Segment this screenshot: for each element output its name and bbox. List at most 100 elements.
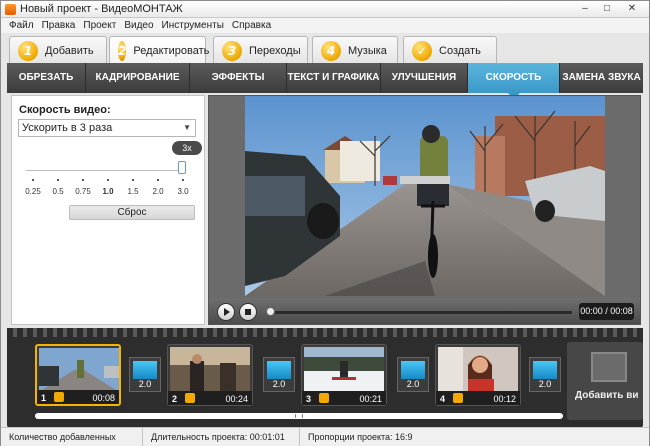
clip-number: 3	[306, 394, 312, 404]
step-music[interactable]: 4 Музыка	[312, 36, 398, 64]
step-label: Музыка	[348, 44, 387, 57]
step-label: Создать	[439, 44, 481, 57]
transition-duration: 2.0	[138, 379, 152, 389]
step-number-badge: 2	[118, 40, 127, 61]
transition-icon	[133, 361, 157, 379]
clip-number: 1	[41, 393, 47, 403]
tab-enhance[interactable]: УЛУЧШЕНИЯ	[381, 63, 468, 93]
clip-duration: 00:12	[493, 394, 516, 404]
video-frame-image	[245, 96, 605, 296]
timeline-clip-4[interactable]: 4 00:12	[435, 344, 521, 406]
transition-icon	[401, 361, 425, 379]
tick-mark	[57, 179, 59, 181]
transition-duration: 2.0	[406, 379, 420, 389]
clip-number: 2	[172, 394, 178, 404]
edit-pencil-icon[interactable]	[54, 392, 64, 402]
timeline-clip-3[interactable]: 3 00:21	[301, 344, 387, 406]
tick-label: 3.0	[177, 187, 189, 196]
stop-icon	[245, 309, 251, 315]
clip-duration: 00:08	[92, 393, 115, 403]
step-add[interactable]: 1 Добавить	[9, 36, 107, 64]
time-display: 00:00 / 00:08	[579, 303, 634, 320]
step-label: Редактировать	[133, 44, 210, 57]
tick-mark	[132, 179, 134, 181]
tab-text-graphics[interactable]: ТЕКСТ И ГРАФИКА	[287, 63, 381, 93]
clip-thumbnail	[304, 347, 384, 391]
menu-tools[interactable]: Инструменты	[162, 18, 224, 33]
transition-1[interactable]: 2.0	[129, 357, 161, 392]
video-preview: 00:00 / 00:08	[208, 95, 641, 325]
transition-icon	[533, 361, 557, 379]
film-strip-edge	[7, 328, 643, 337]
workflow-steps: 1 Добавить 2 Редактировать 3 Переходы 4 …	[1, 33, 649, 64]
step-number-badge: 4	[321, 40, 341, 61]
menu-edit[interactable]: Правка	[42, 18, 76, 33]
tick-mark	[32, 179, 34, 181]
video-frame	[245, 96, 605, 296]
speed-tooltip: 3x	[172, 141, 202, 155]
edit-pencil-icon[interactable]	[185, 393, 195, 403]
transition-icon	[267, 361, 291, 379]
seek-handle[interactable]	[266, 307, 275, 316]
reset-button[interactable]: Сброс	[69, 205, 195, 220]
edit-pencil-icon[interactable]	[453, 393, 463, 403]
tick-mark	[157, 179, 159, 181]
minimize-button[interactable]: –	[575, 2, 595, 16]
tab-trim[interactable]: ОБРЕЗАТЬ ВИДЕО	[7, 63, 86, 113]
menu-file[interactable]: Файл	[9, 18, 34, 33]
step-number-badge: 3	[222, 40, 242, 61]
step-transitions[interactable]: 3 Переходы	[213, 36, 308, 64]
timeline-clip-2[interactable]: 2 00:24	[167, 344, 253, 406]
clip-thumbnail	[39, 348, 119, 392]
status-aspect-ratio: Пропорции проекта: 16:9	[308, 432, 413, 442]
speed-slider-thumb[interactable]	[178, 161, 186, 174]
app-logo-icon	[5, 4, 16, 15]
step-create[interactable]: ✓ Создать	[403, 36, 497, 64]
transition-duration: 2.0	[538, 379, 552, 389]
step-label: Добавить	[45, 44, 94, 57]
transition-4[interactable]: 2.0	[529, 357, 561, 392]
maximize-button[interactable]: □	[597, 2, 617, 16]
status-file-count: Количество добавленных файлов: 4	[1, 428, 143, 446]
speed-select[interactable]: Ускорить в 3 раза ▼	[18, 119, 196, 137]
menu-video[interactable]: Видео	[124, 18, 153, 33]
seek-bar[interactable]	[267, 311, 572, 314]
add-video-button[interactable]: Добавить ви	[567, 342, 643, 420]
tick-label: 2.0	[152, 187, 164, 196]
tick-mark	[182, 179, 184, 181]
menu-project[interactable]: Проект	[83, 18, 116, 33]
step-number-badge: 1	[18, 40, 38, 61]
tick-label: 0.5	[52, 187, 64, 196]
timeline-clip-1[interactable]: 1 00:08	[35, 344, 121, 406]
play-button[interactable]	[217, 303, 235, 321]
close-button[interactable]: ✕	[619, 2, 645, 16]
menu-help[interactable]: Справка	[232, 18, 271, 33]
chevron-down-icon: ▼	[183, 123, 191, 132]
tick-label: 1.0	[102, 187, 114, 196]
film-icon	[591, 352, 627, 382]
speed-slider-track[interactable]	[26, 170, 186, 171]
edit-tabs: ОБРЕЗАТЬ ВИДЕО КАДРИРОВАНИЕ ЭФФЕКТЫ ТЕКС…	[7, 63, 643, 113]
tab-replace-audio[interactable]: ЗАМЕНА ЗВУКА	[560, 63, 643, 93]
player-controls: 00:00 / 00:08	[209, 298, 640, 324]
speed-title: Скорость видео:	[19, 104, 111, 116]
edit-pencil-icon[interactable]	[319, 393, 329, 403]
tab-speed[interactable]: СКОРОСТЬ	[468, 63, 560, 99]
transition-2[interactable]: 2.0	[263, 357, 295, 392]
tick-mark	[107, 179, 109, 181]
timeline-scrollbar[interactable]	[35, 413, 563, 419]
step-edit[interactable]: 2 Редактировать	[109, 36, 210, 64]
clip-thumbnail	[438, 347, 518, 391]
timeline: 1 00:08 2.0 2 00:24 2.0 3 00:21 2.0 4 00…	[7, 328, 643, 428]
status-bar: Количество добавленных файлов: 4 Длитель…	[1, 427, 649, 446]
clip-duration: 00:21	[359, 394, 382, 404]
speed-panel: Скорость видео: Ускорить в 3 раза ▼ 3x 0…	[11, 95, 205, 325]
tab-effects[interactable]: ЭФФЕКТЫ	[190, 63, 287, 93]
tab-crop[interactable]: КАДРИРОВАНИЕ	[86, 63, 190, 93]
stop-button[interactable]	[239, 303, 257, 321]
play-icon	[224, 308, 230, 316]
clip-number: 4	[440, 394, 446, 404]
transition-3[interactable]: 2.0	[397, 357, 429, 392]
scrollbar-grip[interactable]	[295, 414, 303, 418]
menu-bar: Файл Правка Проект Видео Инструменты Спр…	[1, 18, 649, 33]
